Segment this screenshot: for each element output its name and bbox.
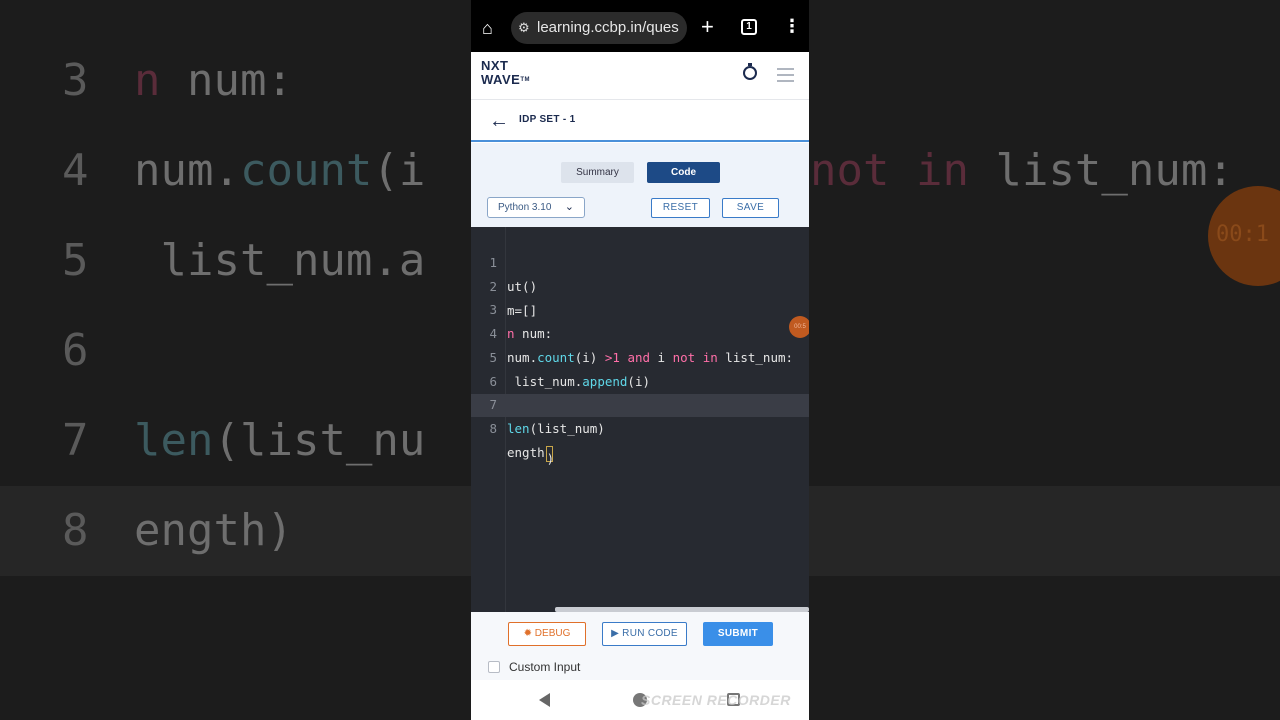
tab-code[interactable]: Code (647, 162, 720, 183)
text-cursor: ) (545, 445, 554, 466)
run-code-button[interactable]: ▶ RUN CODE (602, 622, 687, 646)
logo-line1: NXT (481, 58, 509, 73)
browser-toolbar: ⌂ ⚙ learning.ccbp.in/ques + 1 ⋮ (471, 0, 809, 52)
screen-recorder-watermark: SCREEN RECORDER (641, 692, 791, 708)
background-line-number: 4 (62, 145, 89, 196)
tab-summary[interactable]: Summary (561, 162, 634, 183)
page-title: IDP SET - 1 (519, 114, 576, 125)
new-tab-icon[interactable]: + (701, 14, 714, 40)
line-text: ength) (507, 445, 555, 466)
home-icon[interactable]: ⌂ (482, 18, 493, 39)
app-header: NXT WAVETM (471, 52, 809, 100)
background-timer: 00:1 (1208, 186, 1280, 286)
custom-input-label: Custom Input (509, 660, 581, 674)
code-line[interactable]: 5 list_num.append(i) (471, 322, 809, 389)
code-editor[interactable]: 1 ut() 2 m=[] 3 n num: 4 num.count(i) >1… (471, 227, 809, 612)
background-line-number: 6 (62, 325, 89, 376)
custom-input-checkbox[interactable] (488, 661, 500, 673)
background-line-number: 5 (62, 235, 89, 286)
background-code: num.count(i (134, 145, 426, 196)
background-line-number: 8 (62, 505, 89, 556)
url-text: learning.ccbp.in/ques (537, 19, 679, 36)
hamburger-menu-icon[interactable] (777, 68, 794, 86)
phone-screen: ⌂ ⚙ learning.ccbp.in/ques + 1 ⋮ NXT WAVE… (471, 0, 809, 720)
debug-button[interactable]: ✹ DEBUG (508, 622, 586, 646)
background-code: n num: (134, 55, 293, 106)
editor-footer: ✹ DEBUG ▶ RUN CODE SUBMIT Custom Input (471, 612, 809, 680)
language-select[interactable]: Python 3.10 ⌄ (487, 197, 585, 218)
code-line[interactable]: 8 ength) (471, 393, 809, 466)
back-arrow-icon[interactable]: ← (489, 110, 509, 133)
background-line-number: 3 (62, 55, 89, 106)
background-code: len(list_nu (134, 415, 426, 466)
language-value: Python 3.10 (498, 202, 552, 213)
line-number: 8 (489, 421, 497, 436)
site-settings-icon[interactable]: ⚙ (518, 20, 530, 36)
reset-button[interactable]: RESET (651, 198, 710, 218)
background-code: ength) (134, 505, 293, 556)
android-nav-bar: SCREEN RECORDER (471, 680, 809, 720)
bug-icon: ✹ (523, 628, 533, 639)
more-options-icon[interactable]: ⋮ (783, 16, 801, 37)
line-text: len(list_num) (507, 421, 605, 436)
logo-tm: TM (520, 77, 530, 83)
logo-line2: WAVE (481, 72, 521, 87)
chevron-down-icon: ⌄ (564, 201, 574, 213)
background-code: not in list_num: (810, 145, 1234, 196)
save-button[interactable]: SAVE (722, 198, 779, 218)
editor-toolbar: Summary Code Python 3.10 ⌄ RESET SAVE (471, 143, 809, 227)
code-line[interactable]: 6 (471, 346, 809, 389)
question-header: ← IDP SET - 1 (471, 101, 809, 142)
code-line[interactable]: 1 ut() (471, 227, 809, 294)
background-line-number: 7 (62, 415, 89, 466)
code-line[interactable]: 4 num.count(i) >1 and i not in list_num: (471, 298, 809, 365)
url-bar[interactable]: ⚙ learning.ccbp.in/ques (511, 12, 687, 44)
submit-button[interactable]: SUBMIT (703, 622, 773, 646)
timer-badge[interactable]: 00:5 (789, 316, 809, 338)
background-code: list_num.a (134, 235, 426, 286)
stopwatch-icon[interactable] (743, 63, 757, 80)
debug-label: DEBUG (534, 628, 571, 639)
nxtwave-logo[interactable]: NXT WAVETM (481, 59, 541, 93)
play-icon: ▶ (611, 628, 620, 639)
code-line[interactable]: 7 len(list_num) (471, 369, 809, 436)
nav-back-icon[interactable] (539, 693, 550, 707)
code-line[interactable]: 3 n num: (471, 274, 809, 341)
code-line[interactable]: 2 m=[] (471, 251, 809, 318)
run-code-label: RUN CODE (622, 628, 678, 639)
tab-switcher-icon[interactable]: 1 (741, 19, 757, 35)
